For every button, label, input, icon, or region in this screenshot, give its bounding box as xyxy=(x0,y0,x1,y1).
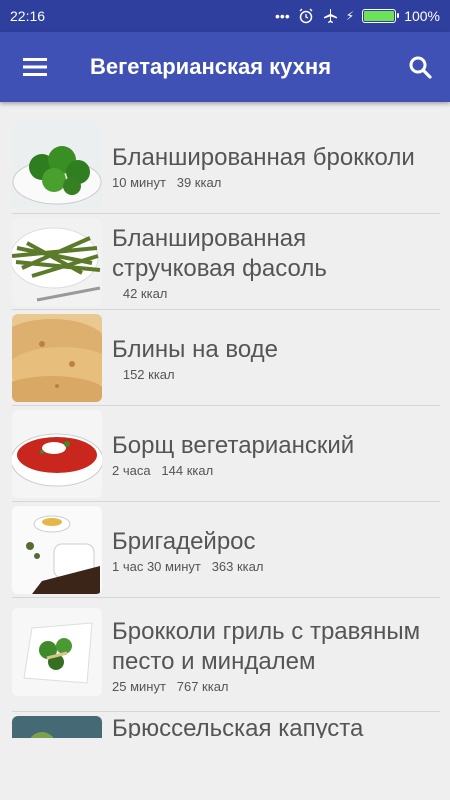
recipe-name: Бланшированная брокколи xyxy=(112,143,415,171)
recipe-name: Бригадейрос xyxy=(112,527,256,555)
recipe-image-pancakes xyxy=(12,314,102,402)
recipe-meta: 42 ккал xyxy=(112,285,168,301)
recipe-list: Бланшированная брокколи 10 минут 39 ккал… xyxy=(0,118,450,738)
battery-icon xyxy=(362,9,400,23)
battery-percent: 100% xyxy=(404,8,440,24)
recipe-item[interactable]: Бригадейрос 1 час 30 минут 363 ккал xyxy=(12,502,440,598)
recipe-name: Брокколи гриль с травяным песто и миндал… xyxy=(112,617,421,675)
recipe-name: Борщ вегетарианский xyxy=(112,431,355,459)
recipe-item[interactable]: Брокколи гриль с травяным песто и миндал… xyxy=(12,598,440,712)
app-bar: Вегетарианская кухня xyxy=(0,32,450,102)
status-time: 22:16 xyxy=(10,8,46,24)
menu-button[interactable] xyxy=(0,32,70,102)
recipe-item[interactable]: Брюссельская капуста xyxy=(12,712,440,738)
recipe-meta: 1 час 30 минут 363 ккал xyxy=(112,558,264,574)
recipe-image-grilled-broccoli xyxy=(12,608,102,696)
page-title: Вегетарианская кухня xyxy=(90,54,332,79)
search-icon xyxy=(409,56,432,79)
alarm-icon xyxy=(299,8,313,24)
hamburger-icon xyxy=(23,58,47,76)
recipe-meta: 152 ккал xyxy=(112,366,175,382)
recipe-item[interactable]: Борщ вегетарианский 2 часа 144 ккал xyxy=(12,406,440,502)
airplane-icon xyxy=(323,9,337,23)
status-bar: 22:16 ••• ⚡ 100% xyxy=(0,0,450,32)
recipe-meta: 25 минут 767 ккал xyxy=(112,678,229,694)
more-dots-icon: ••• xyxy=(275,8,290,24)
recipe-name: Блины на воде xyxy=(112,335,278,363)
recipe-image-green-beans xyxy=(12,218,102,306)
recipe-item[interactable]: Бланшированная брокколи 10 минут 39 ккал xyxy=(12,118,440,214)
recipe-meta: 2 часа 144 ккал xyxy=(112,462,214,478)
recipe-image-brussels-sprouts xyxy=(12,716,102,738)
charging-icon: ⚡ xyxy=(345,9,355,23)
recipe-item[interactable]: Бланшированная стручковая фасоль 42 ккал xyxy=(12,214,440,310)
recipe-item[interactable]: Блины на воде 152 ккал xyxy=(12,310,440,406)
recipe-image-broccoli xyxy=(12,122,102,210)
recipe-image-brigadeiros xyxy=(12,506,102,594)
recipe-meta: 10 минут 39 ккал xyxy=(112,174,222,190)
recipe-image-borscht xyxy=(12,410,102,498)
recipe-name: Брюссельская капуста xyxy=(112,715,364,738)
recipe-name: Бланшированная стручковая фасоль xyxy=(112,224,327,282)
search-button[interactable] xyxy=(390,32,450,102)
